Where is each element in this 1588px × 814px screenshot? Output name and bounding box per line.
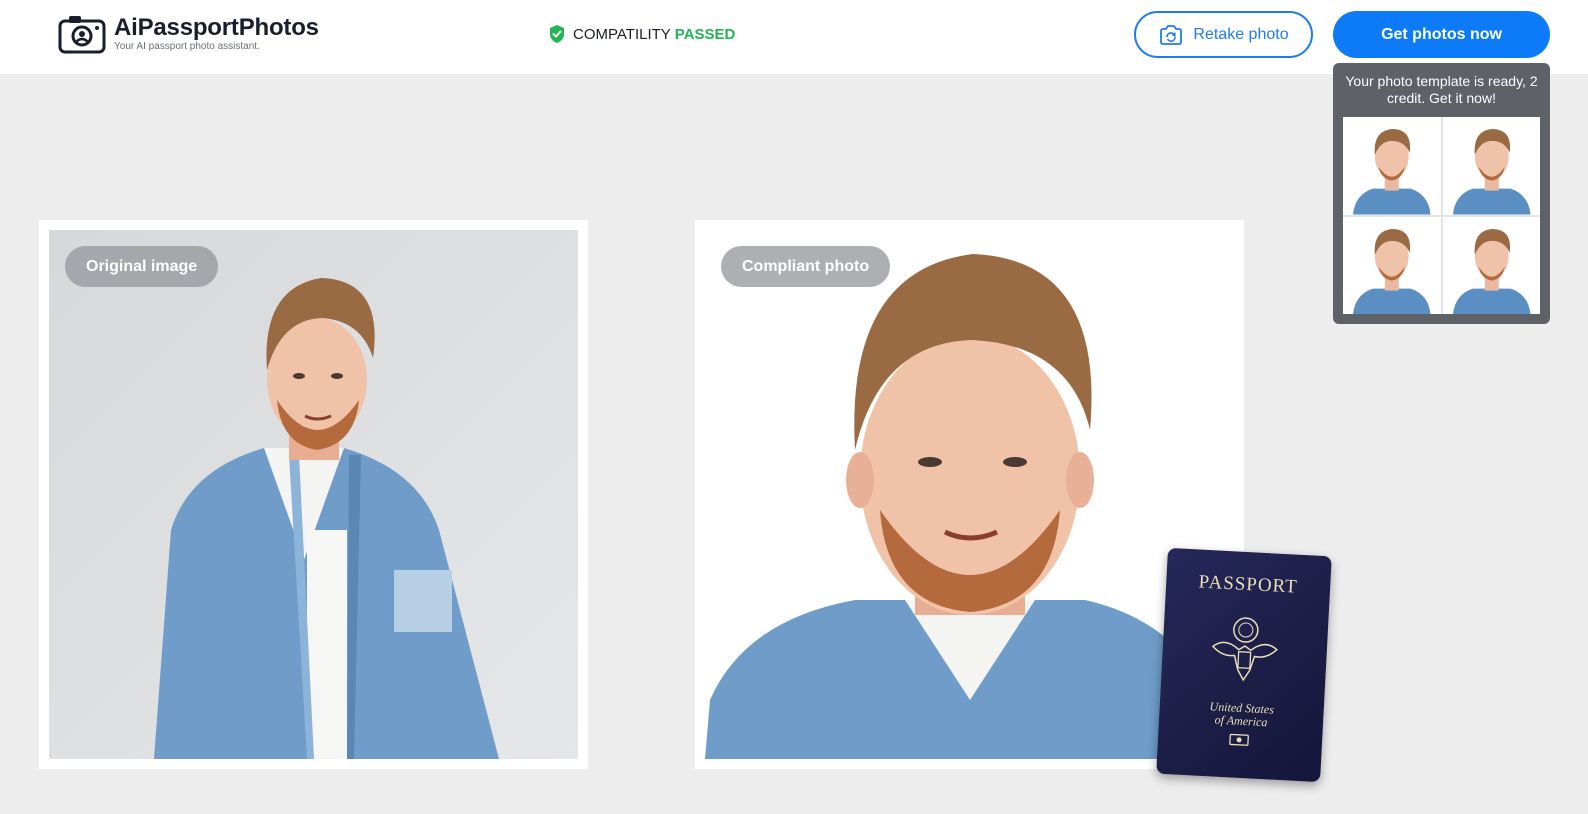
- retake-photo-button[interactable]: Retake photo: [1134, 11, 1313, 58]
- passport-title: PASSPORT: [1198, 571, 1299, 598]
- passport-country: United States of America: [1159, 698, 1324, 733]
- passport-graphic: PASSPORT United States of America: [1156, 547, 1332, 783]
- retake-photo-label: Retake photo: [1193, 25, 1289, 43]
- eagle-seal-icon: [1211, 617, 1278, 682]
- brand-name: AiPassportPhotos: [114, 14, 319, 41]
- template-ready-popup[interactable]: Your photo template is ready, 2 credit. …: [1333, 63, 1550, 324]
- compat-label: COMPATILITY: [573, 25, 671, 43]
- get-photos-now-button[interactable]: Get photos now: [1333, 11, 1550, 58]
- compatibility-status: COMPATILITY PASSED: [548, 24, 735, 44]
- compat-status: PASSED: [674, 25, 736, 43]
- photo-thumbnail: [1442, 117, 1540, 215]
- camera-logo-icon: [58, 16, 106, 54]
- popup-message: Your photo template is ready, 2 credit. …: [1345, 73, 1538, 106]
- photo-thumbnail: [1343, 216, 1441, 314]
- original-image-panel: Original image: [39, 220, 588, 769]
- original-image-label: Original image: [65, 246, 219, 287]
- compliant-photo: Compliant photo: [705, 230, 1234, 759]
- compliant-photo-label: Compliant photo: [721, 246, 891, 287]
- shield-check-icon: [550, 25, 564, 43]
- photo-thumbnail: [1343, 117, 1441, 215]
- camera-rotate-icon: [1160, 24, 1183, 45]
- brand-tagline: Your AI passport photo assistant.: [114, 41, 260, 52]
- photo-thumbnail: [1442, 216, 1540, 314]
- original-photo: Original image: [49, 230, 578, 759]
- get-photos-label: Get photos now: [1381, 25, 1502, 43]
- biometric-chip-icon: [1229, 733, 1249, 746]
- photo-template-grid: [1343, 117, 1540, 314]
- brand-logo[interactable]: AiPassportPhotos Your AI passport photo …: [58, 14, 319, 54]
